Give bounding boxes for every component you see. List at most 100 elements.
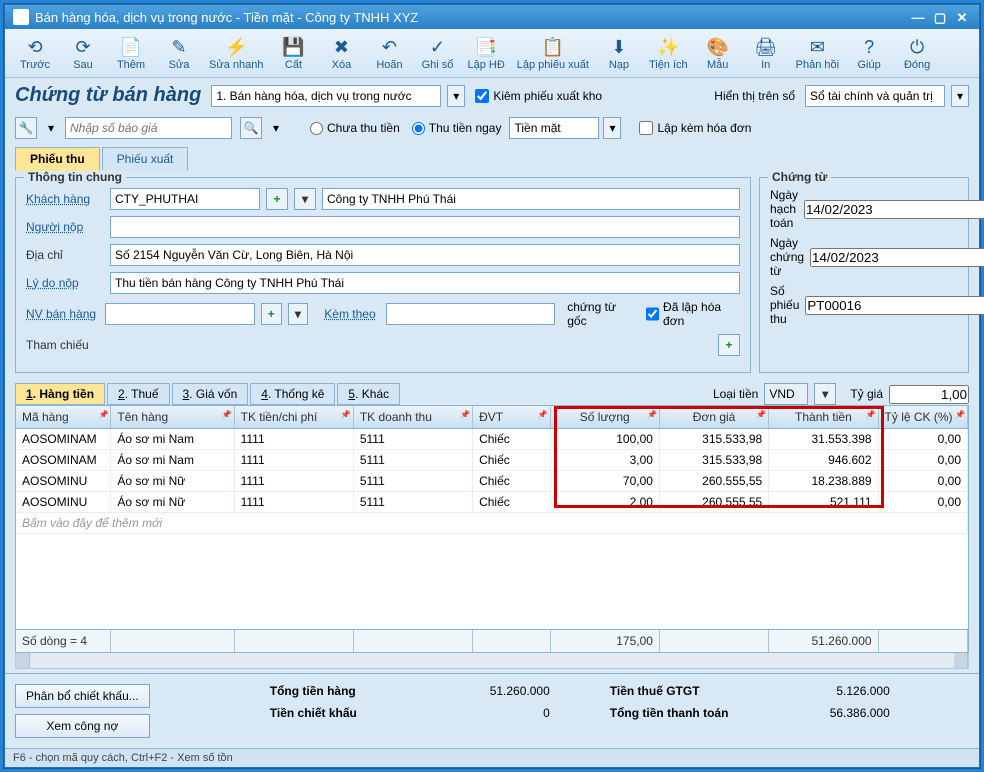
staff-dropdown[interactable]: ▾ (288, 303, 309, 325)
doc-type-dropdown[interactable]: ▾ (447, 85, 465, 107)
tool-icon[interactable]: 🔧 (15, 117, 37, 139)
col-header-2[interactable]: TK tiền/chi phí📌 (235, 406, 354, 428)
table-row[interactable]: AOSOMINUÁo sơ mi Nữ11115111Chiếc2,00260.… (16, 492, 968, 513)
radio-chua-thu[interactable]: Chưa thu tiền (310, 121, 400, 135)
search-input[interactable] (65, 117, 232, 139)
tool-sau[interactable]: ⟳Sau (61, 33, 105, 73)
pay-method-dropdown[interactable]: ▾ (603, 117, 621, 139)
add-staff-button[interactable]: + (261, 303, 282, 325)
lbl-nvbanhang: NV bán hàng (26, 307, 99, 321)
currency-combo[interactable] (764, 383, 808, 405)
grid-footer: Số dòng = 4175,0051.260.000 (16, 629, 968, 652)
kiem-phieu-checkbox[interactable]: Kiêm phiếu xuất kho (475, 89, 602, 103)
panel-general-title: Thông tin chung (24, 170, 126, 184)
cất-icon: 💾 (281, 35, 305, 59)
subtab-2[interactable]: 3. Giá vốn (172, 383, 249, 405)
tool-giúp[interactable]: ?Giúp (847, 33, 891, 73)
accounting-date-input[interactable] (804, 200, 984, 219)
customer-name-input[interactable] (322, 188, 740, 210)
minimize-button[interactable]: — (909, 10, 927, 24)
tool-phản hồi[interactable]: ✉Phản hồi (792, 33, 843, 73)
add-customer-button[interactable]: + (266, 188, 288, 210)
detail-tabs: 1. Hàng tiền2. Thuế3. Giá vốn4. Thống kê… (5, 383, 979, 405)
customer-code-input[interactable] (110, 188, 260, 210)
add-row-placeholder[interactable]: Bấm vào đây để thêm mới (16, 513, 968, 534)
close-button[interactable]: ✕ (953, 10, 971, 24)
val-tienthue: 5.126.000 (790, 684, 890, 698)
col-header-1[interactable]: Tên hàng📌 (111, 406, 234, 428)
app-window: Bán hàng hóa, dịch vụ trong nước - Tiền … (4, 4, 980, 768)
tool-dropdown-icon[interactable]: ▾ (45, 117, 57, 139)
tool-ghi sổ[interactable]: ✓Ghi sổ (415, 33, 459, 73)
phan-bo-button[interactable]: Phân bổ chiết khấu... (15, 684, 150, 708)
subtab-0[interactable]: 1. Hàng tiền (15, 383, 105, 405)
phản hồi-icon: ✉ (805, 35, 829, 59)
tab-phieu-thu[interactable]: Phiếu thu (15, 147, 100, 171)
col-header-6[interactable]: Đơn giá📌 (660, 406, 769, 428)
tool-trước[interactable]: ⟲Trước (13, 33, 57, 73)
col-header-4[interactable]: ĐVT📌 (473, 406, 551, 428)
table-row[interactable]: AOSOMINAMÁo sơ mi Nam11115111Chiếc100,00… (16, 429, 968, 450)
pay-method-combo[interactable] (509, 117, 599, 139)
lbl-tongtienhang: Tổng tiền hàng (270, 684, 410, 698)
lbl-loaitien: Loại tiền (713, 387, 758, 401)
add-reference-button[interactable]: + (718, 334, 740, 356)
reason-input[interactable] (110, 272, 740, 294)
tool-nạp[interactable]: ⬇Nạp (597, 33, 641, 73)
table-row[interactable]: AOSOMINAMÁo sơ mi Nam11115111Chiếc3,0031… (16, 450, 968, 471)
display-book-combo[interactable] (805, 85, 945, 107)
nguoi-nop-input[interactable] (110, 216, 740, 238)
subtab-4[interactable]: 5. Khác (337, 383, 400, 405)
receipt-no-input[interactable] (805, 296, 984, 315)
grid-body[interactable]: AOSOMINAMÁo sơ mi Nam11115111Chiếc100,00… (16, 429, 968, 629)
tool-sửa nhanh[interactable]: ⚡Sửa nhanh (205, 33, 267, 73)
tool-lập phiếu xuất[interactable]: 📋Lập phiếu xuất (513, 33, 593, 73)
sửa-icon: ✎ (167, 35, 191, 59)
tool-in[interactable]: 🖨In (744, 33, 788, 73)
search-icon[interactable]: 🔍 (240, 117, 262, 139)
lap-kem-checkbox[interactable]: Lập kèm hóa đơn (639, 121, 751, 135)
maximize-button[interactable]: ▢ (931, 10, 949, 24)
search-dropdown-icon[interactable]: ▾ (270, 117, 282, 139)
page-title: Chứng từ bán hàng (15, 84, 201, 107)
da-lap-checkbox[interactable]: Đã lập hóa đơn (646, 300, 740, 328)
exchange-rate-input[interactable] (889, 385, 969, 404)
display-book-dropdown[interactable]: ▾ (951, 85, 969, 107)
giúp-icon: ? (857, 35, 881, 59)
subtab-1[interactable]: 2. Thuế (107, 383, 170, 405)
table-row[interactable]: AOSOMINUÁo sơ mi Nữ11115111Chiếc70,00260… (16, 471, 968, 492)
col-header-5[interactable]: Số lượng📌 (551, 406, 660, 428)
tool-tiện ích[interactable]: ✨Tiện ích (645, 33, 692, 73)
tool-thêm[interactable]: 📄Thêm (109, 33, 153, 73)
tool-hoãn[interactable]: ↶Hoãn (367, 33, 411, 73)
tool-xóa[interactable]: ✖Xóa (319, 33, 363, 73)
col-header-8[interactable]: Tỷ lệ CK (%)📌 (879, 406, 968, 428)
horizontal-scrollbar[interactable] (15, 653, 969, 669)
subtab-3[interactable]: 4. Thống kê (250, 383, 335, 405)
lbl-kemtheo: Kèm theo (324, 307, 380, 321)
radio-thu-ngay[interactable]: Thu tiền ngay (412, 121, 502, 135)
tool-lập hđ[interactable]: 📑Lập HĐ (463, 33, 508, 73)
đóng-icon: ⏻ (905, 35, 929, 59)
sales-staff-input[interactable] (105, 303, 255, 325)
tool-sửa[interactable]: ✎Sửa (157, 33, 201, 73)
tool-mẫu[interactable]: 🎨Mẫu (696, 33, 740, 73)
tab-phieu-xuat[interactable]: Phiếu xuất (102, 147, 189, 171)
customer-dropdown[interactable]: ▾ (294, 188, 316, 210)
doc-type-combo[interactable] (211, 85, 441, 107)
col-header-0[interactable]: Mã hàng📌 (16, 406, 111, 428)
main-toolbar: ⟲Trước⟳Sau📄Thêm✎Sửa⚡Sửa nhanh💾Cất✖Xóa↶Ho… (5, 29, 979, 78)
tool-cất[interactable]: 💾Cất (271, 33, 315, 73)
tool-đóng[interactable]: ⏻Đóng (895, 33, 939, 73)
col-header-7[interactable]: Thành tiền📌 (769, 406, 878, 428)
lbl-sophieuthu: Số phiếu thu (770, 284, 799, 326)
col-header-3[interactable]: TK doanh thu📌 (354, 406, 473, 428)
lbl-ngayhachtoan: Ngày hạch toán (770, 188, 798, 230)
currency-dropdown[interactable]: ▾ (814, 383, 836, 405)
val-tongtienhang: 51.260.000 (450, 684, 550, 698)
address-input[interactable] (110, 244, 740, 266)
kemtheo-input[interactable] (386, 303, 555, 325)
xem-cong-no-button[interactable]: Xem công nợ (15, 714, 150, 738)
window-title: Bán hàng hóa, dịch vụ trong nước - Tiền … (35, 10, 418, 25)
doc-date-input[interactable] (810, 248, 984, 267)
